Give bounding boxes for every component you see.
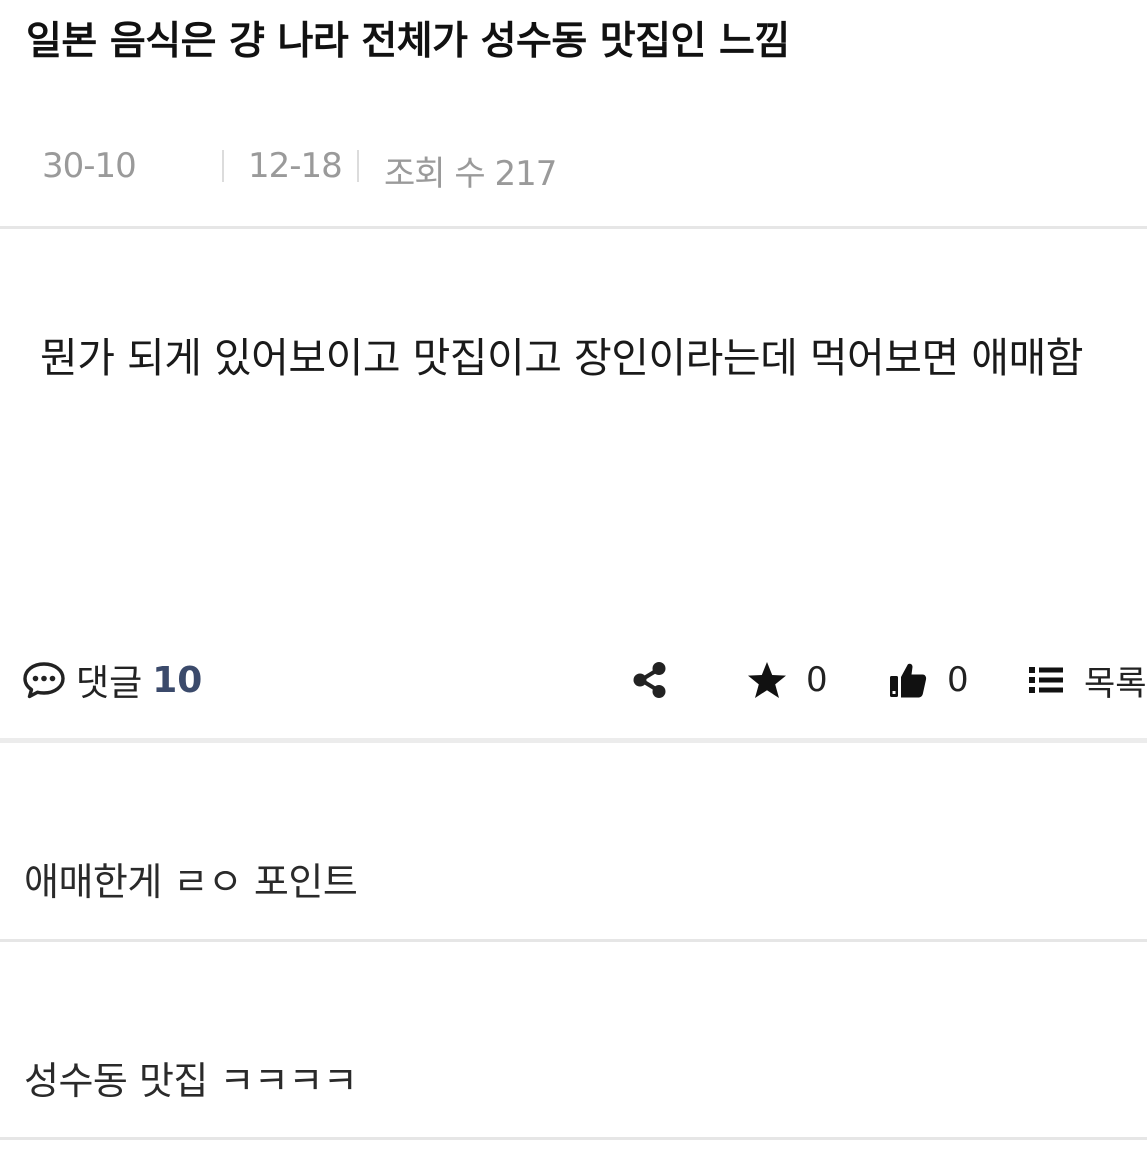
comment-item: 애매한게 ㄹㅇ 포인트 [0,743,1147,939]
like-count: 0 [947,660,969,700]
post-body: 뭔가 되게 있어보이고 맛집이고 장인이라는데 먹어보면 애매함 [40,334,1083,382]
view-count: 조회 수 217 [384,154,557,194]
comment-text: 애매한게 ㄹㅇ 포인트 [24,860,358,904]
like-button[interactable]: 0 [887,640,969,720]
share-button[interactable] [630,640,670,720]
comments-label: 댓글 [76,663,143,704]
post-meta: 30-10 12-18 조회 수 217 [0,128,1147,208]
comments-count: 10 [152,659,203,701]
comment-item: 성수동 맛집 ㅋㅋㅋㅋ [0,942,1147,1138]
thumbs-up-icon [887,660,929,700]
list-button[interactable]: 목록 [1026,640,1147,720]
list-icon [1026,660,1066,700]
divider [0,1137,1147,1140]
comment-text: 성수동 맛집 ㅋㅋㅋㅋ [24,1059,358,1103]
star-button[interactable]: 0 [746,640,828,720]
comment-icon [22,660,66,700]
star-icon [746,660,788,700]
post-date: 12-18 [248,146,343,186]
divider [0,226,1147,229]
star-count: 0 [806,660,828,700]
author-name[interactable]: 30-10 [42,146,137,186]
comments-button[interactable]: 댓글 10 [22,640,202,720]
action-bar: 댓글 10 0 0 목록 [0,640,1147,720]
post-title: 일본 음식은 걍 나라 전체가 성수동 맛집인 느낌 [26,19,790,64]
share-icon [630,660,670,700]
meta-separator [222,150,224,182]
meta-separator [357,150,359,182]
list-label: 목록 [1084,663,1147,704]
